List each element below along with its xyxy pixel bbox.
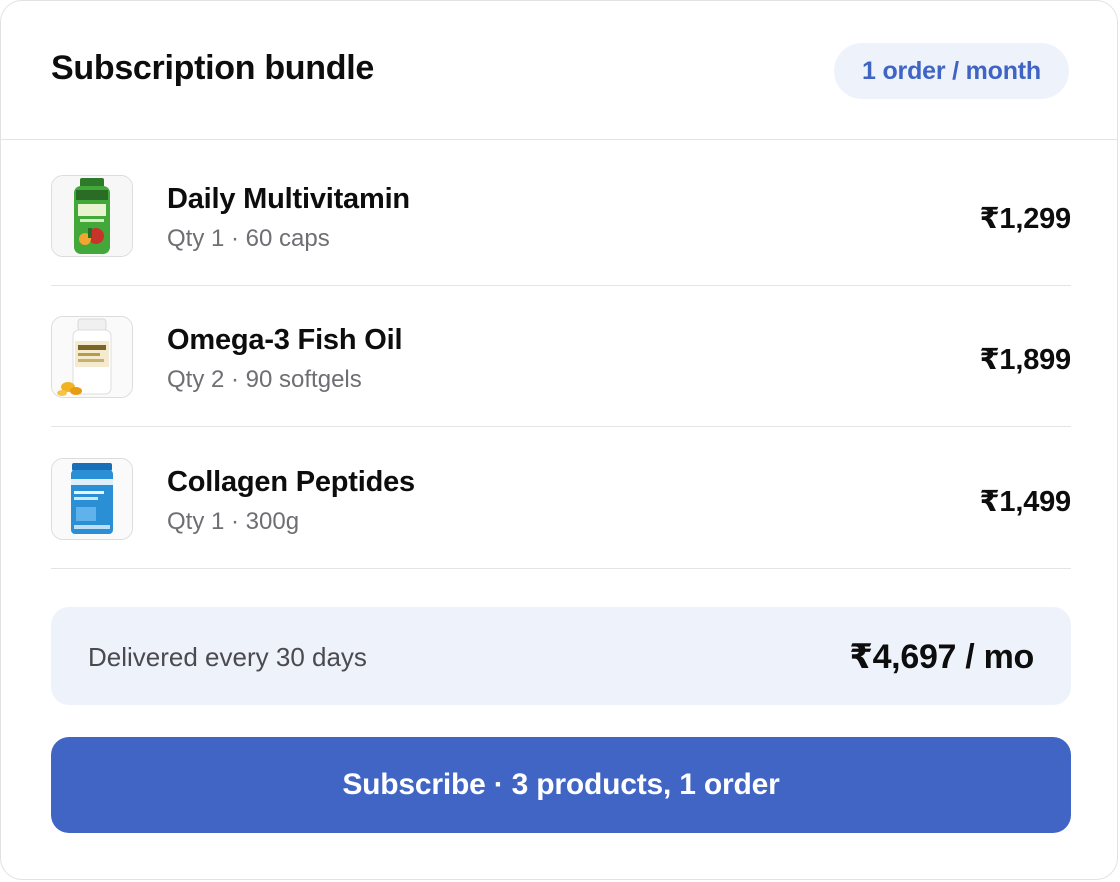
product-name: Collagen Peptides [167, 466, 415, 498]
product-row[interactable]: Omega-3 Fish Oil Qty 2 · 90 softgels ₹1,… [51, 286, 1071, 427]
subscription-card: Subscription bundle 1 order / month Dail… [0, 0, 1118, 880]
delivery-frequency-label: Delivered every 30 days [88, 642, 367, 672]
product-meta: Qty 1 · 60 caps [167, 225, 330, 252]
product-row[interactable]: Collagen Peptides Qty 1 · 300g ₹1,499 [51, 428, 1071, 569]
product-price: ₹1,899 [979, 344, 1071, 376]
frequency-badge: 1 order / month [834, 43, 1069, 99]
product-name: Omega-3 Fish Oil [167, 324, 403, 356]
product-meta: Qty 2 · 90 softgels [167, 366, 362, 393]
delivery-summary: Delivered every 30 days ₹4,697 / mo [51, 607, 1071, 705]
product-meta: Qty 1 · 300g [167, 508, 300, 535]
product-row[interactable]: Daily Multivitamin Qty 1 · 60 caps ₹1,29… [51, 145, 1071, 286]
product-price: ₹1,299 [979, 203, 1071, 235]
multivitamin-bottle-icon [51, 175, 133, 257]
collagen-tub-icon [51, 458, 133, 540]
product-name: Daily Multivitamin [167, 183, 410, 215]
product-price: ₹1,499 [979, 486, 1071, 518]
card-header: Subscription bundle 1 order / month [1, 1, 1117, 140]
monthly-total: ₹4,697 / mo [849, 638, 1034, 676]
fish-oil-bottle-icon [51, 316, 133, 398]
subscribe-button[interactable]: Subscribe · 3 products, 1 order [51, 737, 1071, 833]
card-title: Subscription bundle [51, 49, 374, 87]
